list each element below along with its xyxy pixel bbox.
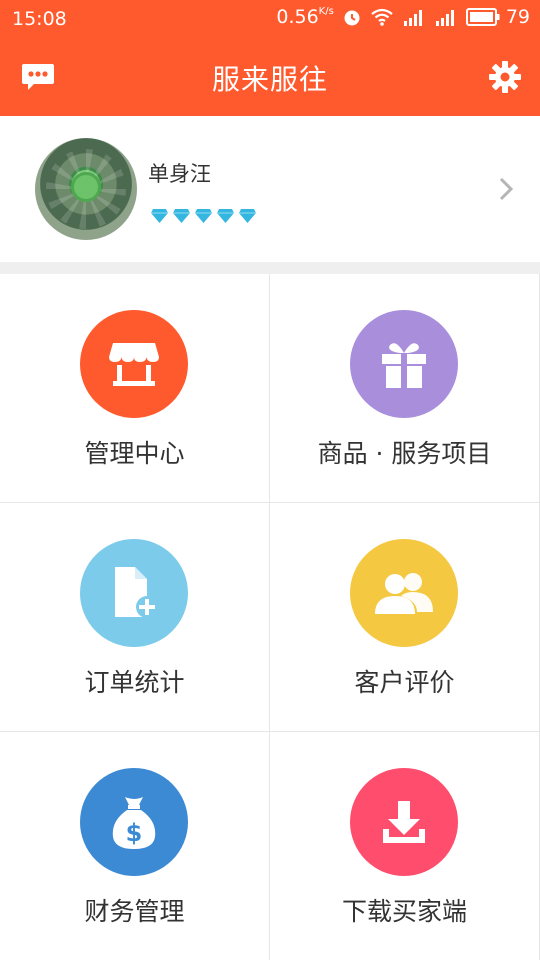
section-divider [0, 262, 540, 274]
battery-icon [465, 8, 500, 26]
chevron-right-icon[interactable] [498, 176, 514, 202]
users-icon [375, 573, 433, 614]
order-stats-circle [80, 539, 188, 647]
net-speed: 0.56K/s [276, 6, 333, 28]
menu-item-download-buyer[interactable]: 下载买家端 [270, 732, 540, 960]
profile-card[interactable]: 单身汪 [0, 116, 540, 262]
status-bar: 15:08 0.56K/s 79 [0, 0, 540, 38]
menu-label: 商品 · 服务项目 [317, 439, 492, 468]
diamond-icon [239, 209, 256, 223]
net-speed-value: 0.56 [276, 6, 319, 28]
avatar-fan-hub [71, 172, 101, 202]
diamond-icon [195, 209, 212, 223]
money-bag-icon: $ [112, 797, 156, 849]
menu-label: 财务管理 [84, 897, 185, 926]
signal-icon [435, 10, 454, 26]
download-icon [383, 801, 425, 843]
diamond-icon [151, 209, 168, 223]
diamond-icon [173, 209, 190, 223]
gear-icon [489, 61, 521, 93]
wifi-icon [371, 8, 393, 26]
status-indicators: 0.56K/s 79 [276, 6, 530, 28]
status-time: 15:08 [12, 8, 67, 30]
document-add-icon [115, 567, 158, 618]
profile-name: 单身汪 [148, 162, 211, 186]
gift-icon [382, 343, 426, 388]
download-buyer-circle [350, 768, 458, 876]
battery-indicator: 79 [465, 6, 530, 28]
finance-circle: $ [80, 768, 188, 876]
net-speed-unit: K/s [318, 6, 334, 17]
menu-label: 客户评价 [354, 668, 455, 697]
avatar[interactable] [35, 138, 137, 240]
management-center-circle [80, 310, 188, 418]
menu-item-finance[interactable]: $ 财务管理 [0, 732, 270, 960]
level-diamonds [150, 208, 257, 224]
menu-item-management-center[interactable]: 管理中心 [0, 274, 270, 503]
products-services-circle [350, 310, 458, 418]
signal-3g-icon [403, 10, 422, 26]
customer-reviews-circle [350, 539, 458, 647]
menu-label: 管理中心 [84, 439, 185, 468]
menu-item-customer-reviews[interactable]: 客户评价 [270, 503, 540, 732]
menu-label: 下载买家端 [341, 897, 467, 926]
app-bar: 服来服往 [0, 38, 540, 116]
menu-item-order-stats[interactable]: 订单统计 [0, 503, 270, 732]
alarm-icon [344, 10, 360, 26]
diamond-icon [217, 209, 234, 223]
store-icon [109, 343, 159, 386]
menu-label: 订单统计 [84, 668, 185, 697]
svg-text:$: $ [126, 819, 143, 847]
battery-level: 79 [505, 6, 530, 28]
page-title: 服来服往 [211, 63, 328, 96]
menu-grid: 管理中心 商品 · 服务项目 订单统计 客户评价 $ 财务管理 下载买家端 [0, 274, 540, 960]
menu-item-products-services[interactable]: 商品 · 服务项目 [270, 274, 540, 503]
settings-button[interactable] [488, 60, 522, 94]
